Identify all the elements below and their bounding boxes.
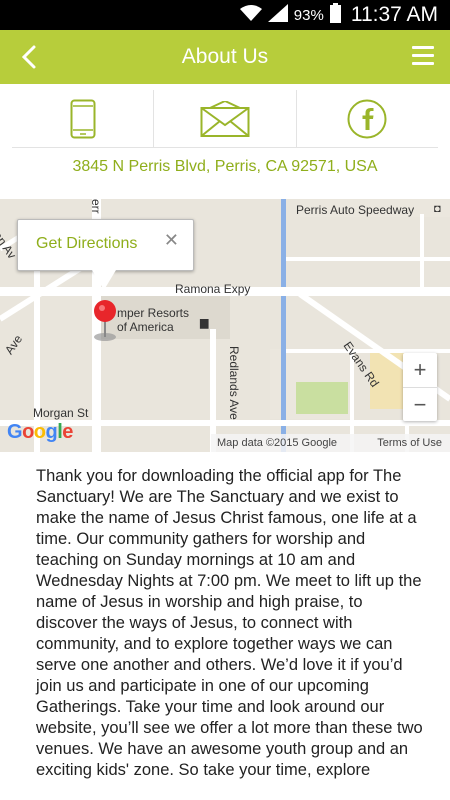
page-title: About Us: [181, 45, 269, 68]
zoom-controls: + −: [403, 353, 437, 421]
zoom-in-button[interactable]: +: [403, 353, 437, 387]
battery-icon: [329, 2, 341, 28]
zoom-out-button[interactable]: −: [403, 387, 437, 421]
phone-icon: [70, 99, 96, 138]
google-logo: Google: [7, 421, 73, 443]
map-label-redlands: Redlands Ave: [227, 346, 241, 420]
status-bar: 93% 11:37 AM: [0, 0, 450, 30]
directions-callout: Get Directions ✕: [17, 219, 194, 271]
map-attribution-bar: Map data ©2015 Google Terms of Use: [211, 434, 450, 452]
battery-percentage: 93%: [293, 6, 324, 24]
wifi-icon: [239, 4, 262, 27]
facebook-button[interactable]: [295, 90, 438, 147]
hamburger-icon: [412, 46, 434, 49]
email-button[interactable]: [153, 90, 295, 147]
signal-icon: [267, 3, 288, 27]
get-directions-link[interactable]: Get Directions: [36, 235, 137, 253]
menu-button[interactable]: [412, 46, 434, 66]
app-bar: About Us: [0, 30, 450, 84]
map-attribution: Map data ©2015 Google: [217, 437, 338, 449]
map-label-speedway: Perris Auto Speedway: [296, 203, 415, 217]
camera-poi-icon: ◘: [434, 203, 441, 215]
about-description: Thank you for downloading the official a…: [36, 467, 423, 779]
back-button[interactable]: [18, 44, 42, 70]
terms-of-use-link[interactable]: Terms of Use: [377, 437, 450, 449]
call-button[interactable]: [12, 90, 153, 147]
location-pin-icon[interactable]: [90, 299, 120, 343]
map-label-perris-frag: err: [89, 199, 103, 214]
clock: 11:37 AM: [350, 3, 438, 26]
map-label-of-america: of America: [117, 320, 174, 334]
address-link[interactable]: 3845 N Perris Blvd, Perris, CA 92571, US…: [0, 158, 450, 188]
envelope-icon: [200, 100, 250, 137]
facebook-icon: [347, 99, 387, 138]
lodging-poi-icon: ▆: [200, 317, 209, 329]
map-label-camper-resorts: mper Resorts: [117, 306, 190, 320]
chevron-left-icon: [21, 45, 36, 69]
callout-tail: [92, 270, 116, 290]
map-label-ramona: Ramona Expy: [175, 282, 251, 296]
map-label-morgan: Morgan St: [33, 406, 89, 420]
close-icon[interactable]: ✕: [164, 230, 179, 251]
contact-options: [12, 90, 438, 148]
